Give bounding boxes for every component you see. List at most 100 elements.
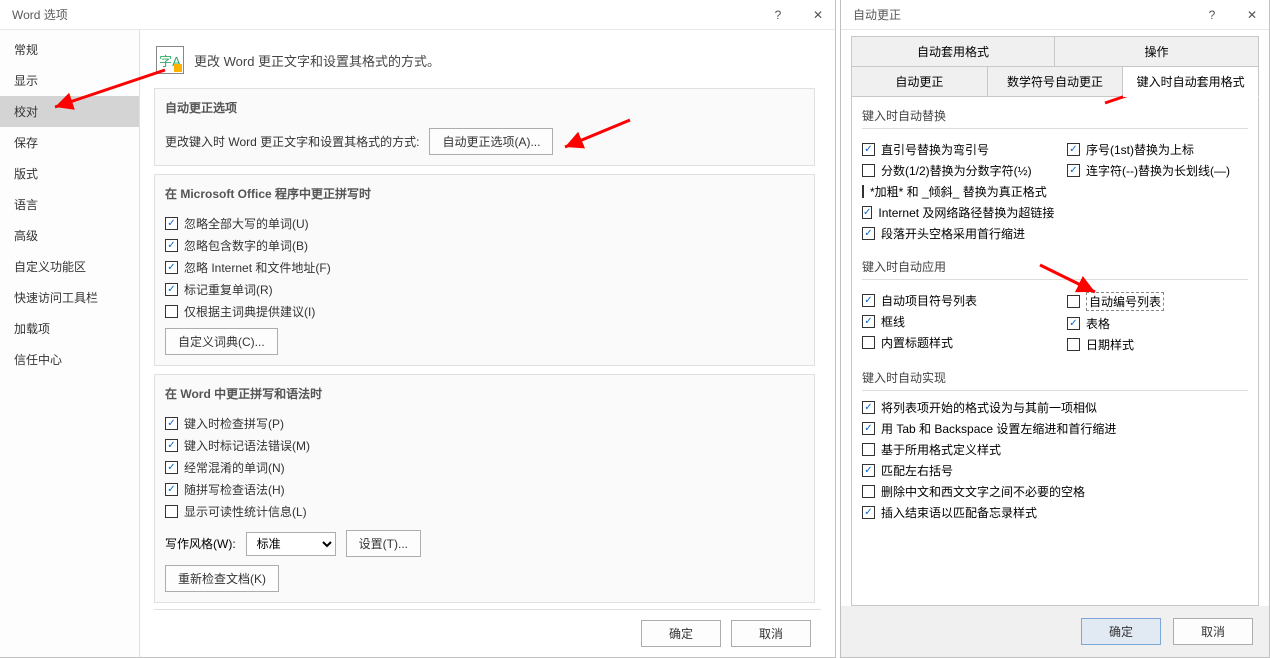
checkbox-label: 随拼写检查语法(H) <box>184 481 285 498</box>
checkbox-icon[interactable] <box>862 206 872 219</box>
custom-dict-button[interactable]: 自定义词典(C)... <box>165 328 278 355</box>
checkbox-icon[interactable] <box>165 261 178 274</box>
check-row[interactable]: 仅根据主词典提供建议(I) <box>165 303 804 320</box>
check-row[interactable]: 框线 <box>862 313 1043 330</box>
close-icon[interactable]: ✕ <box>807 4 829 26</box>
checkbox-label: 经常混淆的单词(N) <box>184 459 285 476</box>
checkbox-label: 框线 <box>881 313 905 330</box>
writing-style-select[interactable]: 标准 <box>246 532 336 556</box>
checkbox-icon[interactable] <box>165 239 178 252</box>
checkbox-icon[interactable] <box>165 505 178 518</box>
sidebar-item[interactable]: 常规 <box>0 34 139 65</box>
ok-button[interactable]: 确定 <box>1081 618 1161 645</box>
checkbox-icon[interactable] <box>862 464 875 477</box>
checkbox-icon[interactable] <box>862 315 875 328</box>
check-row[interactable]: 随拼写检查语法(H) <box>165 481 804 498</box>
cancel-button[interactable]: 取消 <box>1173 618 1253 645</box>
checkbox-icon[interactable] <box>862 401 875 414</box>
sidebar-item[interactable]: 语言 <box>0 189 139 220</box>
check-row[interactable]: 显示可读性统计信息(L) <box>165 503 804 520</box>
check-row[interactable]: 基于所用格式定义样式 <box>862 441 1248 458</box>
checkbox-label: 段落开头空格采用首行缩进 <box>881 225 1025 242</box>
checkbox-icon[interactable] <box>862 164 875 177</box>
checkbox-icon[interactable] <box>165 283 178 296</box>
group-title: 键入时自动实现 <box>862 369 1248 391</box>
checkbox-icon[interactable] <box>862 185 864 198</box>
tab-pane: 键入时自动替换 直引号替换为弯引号分数(1/2)替换为分数字符(½)*加粗* 和… <box>851 97 1259 606</box>
recheck-button[interactable]: 重新检查文档(K) <box>165 565 279 592</box>
checkbox-icon[interactable] <box>862 227 875 240</box>
checkbox-icon[interactable] <box>862 336 875 349</box>
checkbox-icon[interactable] <box>1067 164 1080 177</box>
sidebar-item[interactable]: 校对 <box>0 96 139 127</box>
tab[interactable]: 操作 <box>1055 36 1259 67</box>
check-row[interactable]: 序号(1st)替换为上标 <box>1067 141 1248 158</box>
close-icon[interactable]: ✕ <box>1241 4 1263 26</box>
check-row[interactable]: *加粗* 和 _倾斜_ 替换为真正格式 <box>862 183 1043 200</box>
checkbox-icon[interactable] <box>165 417 178 430</box>
check-row[interactable]: 内置标题样式 <box>862 334 1043 351</box>
proofing-icon: 字A <box>156 46 184 74</box>
titlebar: Word 选项 ? ✕ <box>0 0 835 30</box>
checkbox-icon[interactable] <box>165 305 178 318</box>
check-row[interactable]: Internet 及网络路径替换为超链接 <box>862 204 1043 221</box>
tab[interactable]: 自动套用格式 <box>851 36 1055 67</box>
check-row[interactable]: 连字符(--)替换为长划线(—) <box>1067 162 1248 179</box>
check-row[interactable]: 标记重复单词(R) <box>165 281 804 298</box>
window-controls: ? ✕ <box>767 4 829 26</box>
check-row[interactable]: 键入时检查拼写(P) <box>165 415 804 432</box>
check-row[interactable]: 用 Tab 和 Backspace 设置左缩进和首行缩进 <box>862 420 1248 437</box>
sidebar-item[interactable]: 信任中心 <box>0 344 139 375</box>
checkbox-icon[interactable] <box>1067 295 1080 308</box>
check-row[interactable]: 自动编号列表 <box>1067 292 1248 311</box>
check-row[interactable]: 段落开头空格采用首行缩进 <box>862 225 1043 242</box>
checkbox-icon[interactable] <box>862 485 875 498</box>
check-row[interactable]: 忽略 Internet 和文件地址(F) <box>165 259 804 276</box>
check-row[interactable]: 表格 <box>1067 315 1248 332</box>
checkbox-icon[interactable] <box>1067 338 1080 351</box>
sidebar-item[interactable]: 加载项 <box>0 313 139 344</box>
sidebar-item[interactable]: 自定义功能区 <box>0 251 139 282</box>
check-row[interactable]: 删除中文和西文文字之间不必要的空格 <box>862 483 1248 500</box>
check-row[interactable]: 匹配左右括号 <box>862 462 1248 479</box>
help-icon[interactable]: ? <box>767 4 789 26</box>
checkbox-icon[interactable] <box>165 461 178 474</box>
checkbox-icon[interactable] <box>862 143 875 156</box>
check-row[interactable]: 自动项目符号列表 <box>862 292 1043 309</box>
titlebar: 自动更正 ? ✕ <box>841 0 1269 30</box>
check-row[interactable]: 直引号替换为弯引号 <box>862 141 1043 158</box>
checkbox-icon[interactable] <box>862 294 875 307</box>
sidebar-item[interactable]: 高级 <box>0 220 139 251</box>
checkbox-icon[interactable] <box>165 217 178 230</box>
checkbox-icon[interactable] <box>1067 317 1080 330</box>
ok-button[interactable]: 确定 <box>641 620 721 647</box>
sidebar-item[interactable]: 快速访问工具栏 <box>0 282 139 313</box>
check-row[interactable]: 经常混淆的单词(N) <box>165 459 804 476</box>
checkbox-icon[interactable] <box>165 483 178 496</box>
sidebar-item[interactable]: 显示 <box>0 65 139 96</box>
checkbox-icon[interactable] <box>862 506 875 519</box>
sidebar-item[interactable]: 保存 <box>0 127 139 158</box>
check-row[interactable]: 将列表项开始的格式设为与其前一项相似 <box>862 399 1248 416</box>
checkbox-icon[interactable] <box>862 422 875 435</box>
check-row[interactable]: 忽略包含数字的单词(B) <box>165 237 804 254</box>
tab[interactable]: 键入时自动套用格式 <box>1123 67 1259 97</box>
help-icon[interactable]: ? <box>1201 4 1223 26</box>
checkbox-icon[interactable] <box>165 439 178 452</box>
checkbox-icon[interactable] <box>1067 143 1080 156</box>
tab[interactable]: 数学符号自动更正 <box>988 67 1124 97</box>
settings-button[interactable]: 设置(T)... <box>346 530 421 557</box>
checkbox-label: 表格 <box>1086 315 1110 332</box>
check-row[interactable]: 日期样式 <box>1067 336 1248 353</box>
tab[interactable]: 自动更正 <box>851 67 988 97</box>
check-row[interactable]: 键入时标记语法错误(M) <box>165 437 804 454</box>
check-row[interactable]: 分数(1/2)替换为分数字符(½) <box>862 162 1043 179</box>
checkbox-label: 分数(1/2)替换为分数字符(½) <box>881 162 1032 179</box>
checkbox-icon[interactable] <box>862 443 875 456</box>
sidebar-item[interactable]: 版式 <box>0 158 139 189</box>
autocorrect-options-button[interactable]: 自动更正选项(A)... <box>429 128 553 155</box>
check-row[interactable]: 插入结束语以匹配备忘录样式 <box>862 504 1248 521</box>
check-row[interactable]: 忽略全部大写的单词(U) <box>165 215 804 232</box>
checkbox-label: 显示可读性统计信息(L) <box>184 503 307 520</box>
cancel-button[interactable]: 取消 <box>731 620 811 647</box>
